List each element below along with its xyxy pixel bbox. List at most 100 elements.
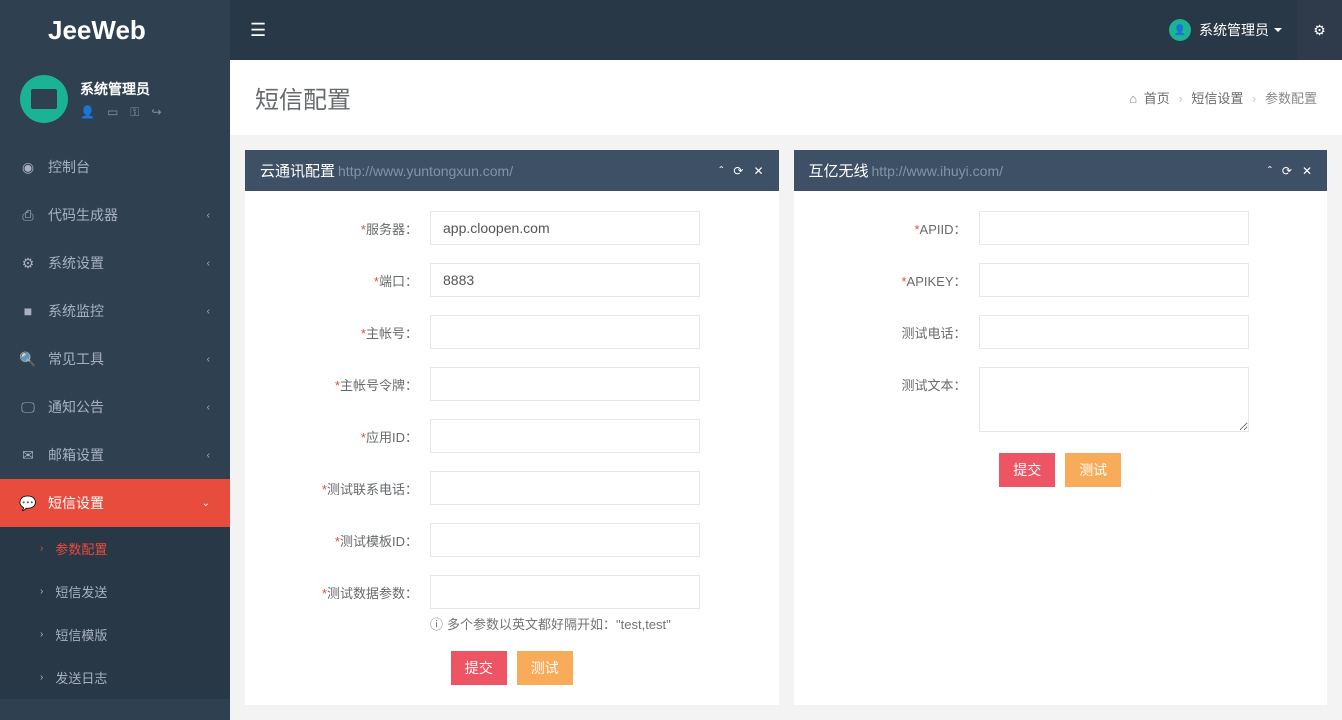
page-title: 短信配置 [255, 80, 351, 115]
header-right: 👤 系统管理员 ⚙ [1154, 0, 1342, 60]
apikey-input[interactable] [979, 263, 1249, 297]
sidebar: 系统管理员 👤 ▭ ⚿ ↪ ◉ 控制台 ⎙ 代码生成器 ‹ ⚙ 系统设置 ‹ [0, 60, 230, 720]
sidebar-item-notices[interactable]: 🖵 通知公告 ‹ [0, 383, 230, 431]
sidebar-item-system-settings[interactable]: ⚙ 系统设置 ‹ [0, 239, 230, 287]
user-name-label: 系统管理员 [1199, 20, 1269, 40]
chevron-left-icon: ‹ [207, 354, 210, 365]
token-input[interactable] [430, 367, 700, 401]
sidebar-item-label: 系统监控 [48, 301, 207, 321]
label-port: *端口： [270, 263, 430, 290]
breadcrumb-current: 参数配置 [1265, 91, 1317, 106]
label-test-template: *测试模板ID： [270, 523, 430, 550]
sidebar-item-common-tools[interactable]: 🔍 常见工具 ‹ [0, 335, 230, 383]
sidebar-subitem-param-config[interactable]: › 参数配置 [0, 527, 230, 570]
panel-heading: 互亿无线 http://www.ihuyi.com/ ˆ ⟳ ✕ [794, 150, 1328, 191]
chevron-down-icon: ⌄ [202, 498, 210, 509]
panel-title: 云通讯配置 [260, 160, 335, 181]
profile-block: 系统管理员 👤 ▭ ⚿ ↪ [0, 60, 230, 143]
label-test-text: 测试文本： [819, 367, 979, 394]
collapse-icon[interactable]: ˆ [1268, 164, 1272, 178]
label-test-params: *测试数据参数： [270, 575, 430, 602]
appid-input[interactable] [430, 419, 700, 453]
gear-icon: ⚙ [18, 255, 38, 272]
user-avatar-icon: 👤 [1169, 19, 1191, 41]
sidebar-item-label: 代码生成器 [48, 205, 207, 225]
close-icon[interactable]: ✕ [1302, 164, 1312, 178]
chat-icon: 💬 [18, 495, 38, 512]
apiid-input[interactable] [979, 211, 1249, 245]
chevron-right-icon: › [40, 543, 43, 554]
label-test-phone: *测试联系电话： [270, 471, 430, 498]
camera-icon: ■ [18, 303, 38, 319]
account-input[interactable] [430, 315, 700, 349]
sidebar-item-label: 控制台 [48, 157, 210, 177]
content-header: 短信配置 ⌂ 首页 › 短信设置 › 参数配置 [230, 60, 1342, 135]
logout-icon[interactable]: ↪ [151, 105, 161, 120]
sidebar-item-console[interactable]: ◉ 控制台 [0, 143, 230, 191]
label-server: *服务器： [270, 211, 430, 238]
user-dropdown[interactable]: 👤 系统管理员 [1154, 0, 1297, 60]
chevron-left-icon: ‹ [207, 450, 210, 461]
sidebar-item-label: 短信发送 [55, 582, 107, 601]
breadcrumb: ⌂ 首页 › 短信设置 › 参数配置 [1129, 88, 1317, 107]
sidebar-item-label: 短信设置 [48, 493, 202, 513]
submit-button[interactable]: 提交 [451, 651, 507, 685]
profile-name: 系统管理员 [80, 79, 162, 99]
label-appid: *应用ID： [270, 419, 430, 446]
chevron-left-icon: ‹ [207, 306, 210, 317]
sidebar-item-label: 系统设置 [48, 253, 207, 273]
home-icon: ⌂ [1129, 91, 1137, 106]
refresh-icon[interactable]: ⟳ [733, 164, 743, 178]
key-icon[interactable]: ⚿ [130, 105, 139, 120]
label-test-phone2: 测试电话： [819, 315, 979, 342]
main-content: 短信配置 ⌂ 首页 › 短信设置 › 参数配置 云通讯配置 http://www… [230, 60, 1342, 720]
test-template-input[interactable] [430, 523, 700, 557]
breadcrumb-home[interactable]: 首页 [1144, 91, 1170, 106]
sidebar-item-codegen[interactable]: ⎙ 代码生成器 ‹ [0, 191, 230, 239]
close-icon[interactable]: ✕ [753, 164, 763, 178]
panel-heading: 云通讯配置 http://www.yuntongxun.com/ ˆ ⟳ ✕ [245, 150, 779, 191]
sidebar-subitem-sms-template[interactable]: › 短信模版 [0, 613, 230, 656]
top-header: JeeWeb ☰ 👤 系统管理员 ⚙ [0, 0, 1342, 60]
menu-toggle-button[interactable]: ☰ [230, 20, 286, 41]
sidebar-item-mail-settings[interactable]: ✉ 邮箱设置 ‹ [0, 431, 230, 479]
monitor-icon: 🖵 [18, 399, 38, 416]
label-apiid: *APIID： [819, 211, 979, 238]
chevron-left-icon: ‹ [207, 402, 210, 413]
sidebar-subitem-sms-send[interactable]: › 短信发送 [0, 570, 230, 613]
code-icon: ⎙ [18, 207, 38, 224]
test-button[interactable]: 测试 [1065, 453, 1121, 487]
breadcrumb-sms[interactable]: 短信设置 [1191, 91, 1243, 106]
label-account: *主帐号： [270, 315, 430, 342]
test-phone-input[interactable] [430, 471, 700, 505]
brand-logo[interactable]: JeeWeb [0, 0, 230, 60]
gears-icon: ⚙ [1313, 22, 1326, 39]
sidebar-item-label: 邮箱设置 [48, 445, 207, 465]
panel-title: 互亿无线 [809, 160, 869, 181]
caret-down-icon [1274, 28, 1282, 32]
sidebar-item-label: 发送日志 [55, 668, 107, 687]
test-button[interactable]: 测试 [517, 651, 573, 685]
collapse-icon[interactable]: ˆ [719, 164, 723, 178]
server-input[interactable] [430, 211, 700, 245]
label-token: *主帐号令牌： [270, 367, 430, 394]
panel-ihuyi: 互亿无线 http://www.ihuyi.com/ ˆ ⟳ ✕ *APIID：… [794, 150, 1328, 705]
sidebar-item-sms-settings[interactable]: 💬 短信设置 ⌄ [0, 479, 230, 527]
settings-button[interactable]: ⚙ [1297, 0, 1342, 60]
sidebar-item-system-monitor[interactable]: ■ 系统监控 ‹ [0, 287, 230, 335]
user-icon[interactable]: 👤 [80, 105, 95, 120]
submit-button[interactable]: 提交 [999, 453, 1055, 487]
id-card-icon[interactable]: ▭ [107, 105, 118, 120]
test-params-input[interactable] [430, 575, 700, 609]
profile-avatar [20, 75, 68, 123]
chevron-right-icon: › [40, 672, 43, 683]
chevron-left-icon: ‹ [207, 258, 210, 269]
refresh-icon[interactable]: ⟳ [1282, 164, 1292, 178]
port-input[interactable] [430, 263, 700, 297]
chevron-right-icon: › [40, 629, 43, 640]
test-text-textarea[interactable] [979, 367, 1249, 432]
sidebar-subitem-send-log[interactable]: › 发送日志 [0, 656, 230, 699]
panel-subtitle: http://www.ihuyi.com/ [872, 163, 1004, 179]
test-phone2-input[interactable] [979, 315, 1249, 349]
sidebar-item-label: 通知公告 [48, 397, 207, 417]
